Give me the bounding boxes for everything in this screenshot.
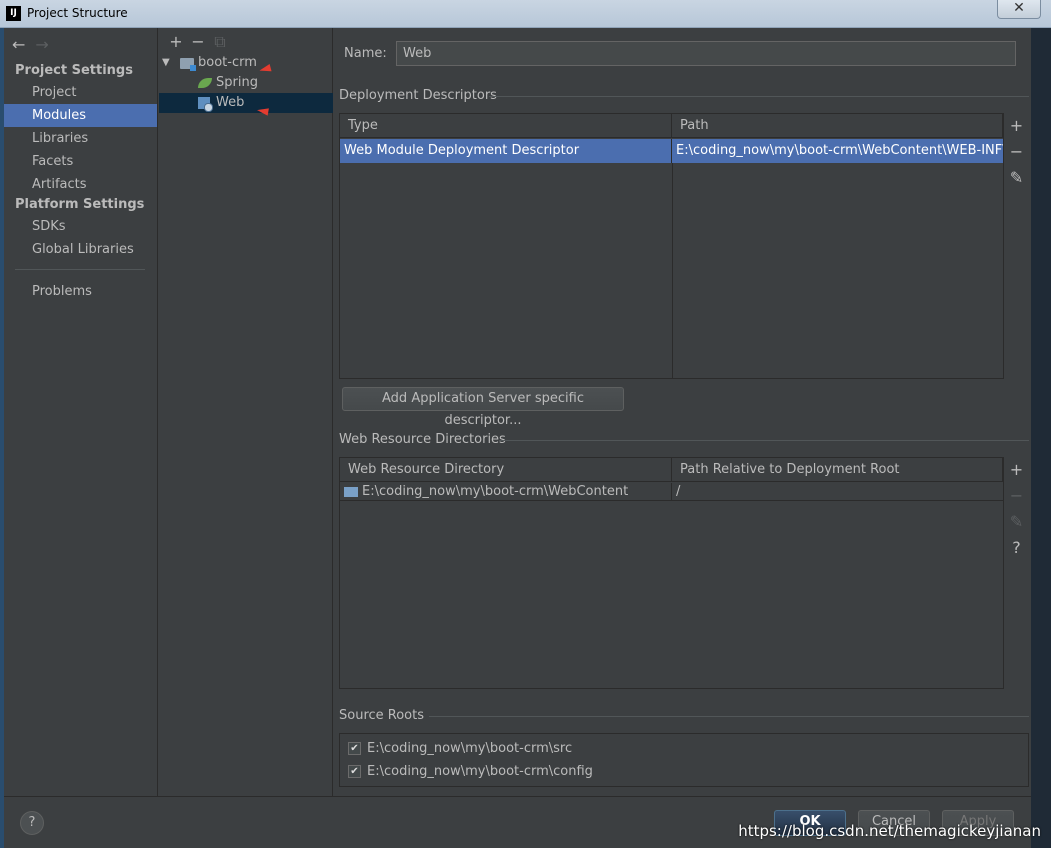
help-button[interactable]: ? [20, 811, 44, 835]
window-title: Project Structure [27, 6, 128, 20]
resource-directory-path: E:\coding_now\my\boot-crm\WebContent [362, 484, 629, 499]
help-icon[interactable]: ? [1004, 535, 1029, 561]
checked-checkbox-icon[interactable]: ✔ [348, 742, 361, 755]
source-root-path: E:\coding_now\my\boot-crm\config [367, 764, 593, 779]
table-row[interactable]: E:\coding_now\my\boot-crm\WebContent / [340, 483, 1003, 501]
resource-directory-cell: E:\coding_now\my\boot-crm\WebContent [340, 483, 672, 501]
column-header-relative-path[interactable]: Path Relative to Deployment Root [672, 458, 1003, 482]
window-title-bar: IJ Project Structure ✕ [0, 0, 1051, 28]
remove-module-icon[interactable]: − [187, 32, 209, 51]
source-root-item[interactable]: ✔ E:\coding_now\my\boot-crm\src [348, 739, 572, 759]
source-root-item[interactable]: ✔ E:\coding_now\my\boot-crm\config [348, 762, 593, 782]
descriptor-type-cell: Web Module Deployment Descriptor [340, 139, 672, 163]
name-label: Name: [344, 46, 387, 61]
add-resource-icon[interactable]: + [1004, 457, 1029, 483]
group-divider [429, 716, 1029, 717]
sidebar-item-artifacts[interactable]: Artifacts [4, 173, 157, 196]
add-descriptor-icon[interactable]: + [1004, 113, 1029, 139]
column-divider [672, 163, 673, 378]
column-header-resource-directory[interactable]: Web Resource Directory [340, 458, 672, 482]
forward-arrow-icon[interactable]: → [35, 35, 48, 54]
tree-toolbar: + − ⧉ [165, 32, 231, 52]
intellij-app-icon: IJ [6, 6, 21, 21]
name-field[interactable]: Web [396, 41, 1016, 66]
remove-descriptor-icon[interactable]: − [1004, 139, 1029, 165]
source-roots-list: ✔ E:\coding_now\my\boot-crm\src ✔ E:\codin… [339, 733, 1029, 787]
watermark-text: https://blog.csdn.net/themagickeyjianan [738, 822, 1041, 840]
module-tree-panel: + − ⧉ ▼ boot-crm ◄ Spring Web ◄ [159, 28, 333, 796]
add-module-icon[interactable]: + [165, 32, 187, 51]
add-server-descriptor-button[interactable]: Add Application Server specific descript… [342, 387, 624, 428]
background-window-strip [1031, 28, 1051, 848]
edit-resource-icon[interactable]: ✎ [1004, 509, 1029, 535]
deployment-table-tools: + − ✎ [1003, 113, 1029, 379]
spring-icon [198, 78, 212, 88]
sidebar-item-libraries[interactable]: Libraries [4, 127, 157, 150]
web-resource-directories-title: Web Resource Directories [339, 432, 506, 447]
tree-node-web[interactable]: Web [159, 93, 333, 113]
project-settings-header: Project Settings [15, 63, 133, 78]
window-close-button[interactable]: ✕ [997, 0, 1041, 19]
resource-table-tools: + − ✎ ? [1003, 457, 1029, 689]
tree-node-spring[interactable]: Spring [159, 73, 333, 93]
history-nav: ← → [12, 35, 59, 54]
column-header-path[interactable]: Path [672, 114, 1003, 138]
source-roots-title: Source Roots [339, 708, 425, 723]
web-folder-icon [344, 486, 358, 497]
column-header-type[interactable]: Type [340, 114, 672, 138]
web-facet-icon [198, 97, 213, 112]
checked-checkbox-icon[interactable]: ✔ [348, 765, 361, 778]
sidebar-item-project[interactable]: Project [4, 81, 157, 104]
settings-sidebar: ← → Project Settings Project Modules Libr… [4, 28, 158, 796]
edit-descriptor-icon[interactable]: ✎ [1004, 165, 1029, 191]
remove-resource-icon[interactable]: − [1004, 483, 1029, 509]
group-divider [499, 440, 1029, 441]
annotation-arrow-icon: ◄ [255, 100, 271, 120]
sidebar-item-global-libraries[interactable]: Global Libraries [4, 238, 157, 261]
expand-arrow-icon[interactable]: ▼ [162, 53, 170, 73]
tree-node-label: Web [216, 95, 245, 110]
tree-node-label: Spring [216, 75, 258, 90]
descriptor-path-cell: E:\coding_now\my\boot-crm\WebContent\WEB… [676, 143, 1003, 158]
tree-node-boot-crm[interactable]: ▼ boot-crm [159, 53, 333, 73]
deployment-descriptors-title: Deployment Descriptors [339, 88, 497, 103]
deployment-descriptors-table: Type Path Web Module Deployment Descript… [339, 113, 1004, 379]
web-resource-directories-table: Web Resource Directory Path Relative to … [339, 457, 1004, 689]
back-arrow-icon[interactable]: ← [12, 35, 25, 54]
tree-node-label: boot-crm [198, 55, 257, 70]
group-divider [489, 96, 1029, 97]
sidebar-divider [15, 269, 145, 270]
sidebar-item-sdks[interactable]: SDKs [4, 215, 157, 238]
relative-path-cell: / [676, 484, 681, 499]
module-folder-icon [180, 58, 196, 71]
source-root-path: E:\coding_now\my\boot-crm\src [367, 741, 573, 756]
sidebar-item-facets[interactable]: Facets [4, 150, 157, 173]
sidebar-item-modules[interactable]: Modules [4, 104, 157, 127]
platform-settings-header: Platform Settings [15, 197, 145, 212]
facet-settings-panel: Name: Web Deployment Descriptors Type Pa… [334, 28, 1031, 796]
table-row[interactable]: Web Module Deployment Descriptor E:\codi… [340, 139, 1003, 163]
sidebar-item-problems[interactable]: Problems [4, 280, 157, 303]
copy-module-icon[interactable]: ⧉ [209, 32, 231, 52]
